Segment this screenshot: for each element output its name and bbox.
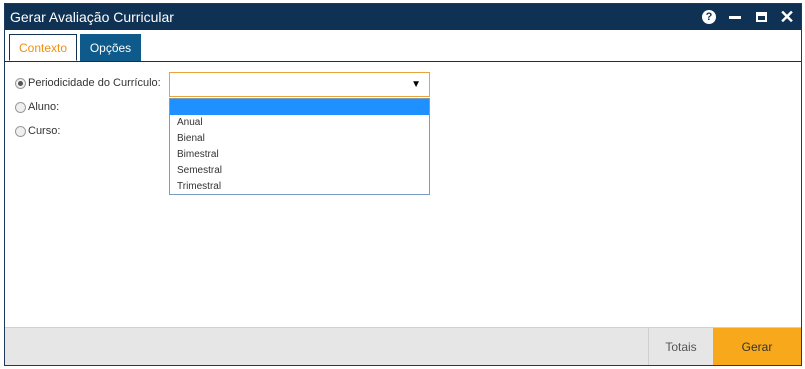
window-title: Gerar Avaliação Curricular [10,9,174,25]
dropdown-arrow-icon[interactable]: ▼ [411,79,421,90]
radio-aluno[interactable] [15,101,26,113]
option-aluno[interactable]: Aluno: [15,101,59,113]
title-bar: Gerar Avaliação Curricular ? ✕ [5,4,801,30]
window-controls: ? ✕ [701,4,795,30]
dropdown-option-anual[interactable]: Anual [170,115,429,131]
label-curso: Curso: [28,125,61,137]
option-curso[interactable]: Curso: [15,125,60,137]
tab-bar: Contexto Opções [5,30,801,62]
tab-contexto[interactable]: Contexto [9,34,77,61]
label-aluno: Aluno: [28,101,60,113]
label-periodicidade: Periodicidade do Currículo: [28,77,161,89]
radio-curso[interactable] [15,125,26,137]
footer-bar: Totais Gerar [5,327,801,365]
dropdown-option-semestral[interactable]: Semestral [170,163,429,179]
radio-periodicidade[interactable] [15,77,26,89]
totais-button[interactable]: Totais [648,328,713,365]
dropdown-option-trimestral[interactable]: Trimestral [170,179,429,195]
close-button[interactable]: ✕ [779,7,795,27]
tab-opcoes[interactable]: Opções [80,34,141,61]
dropdown-option-bimestral[interactable]: Bimestral [170,147,429,163]
gerar-button[interactable]: Gerar [713,328,801,365]
minimize-button[interactable] [727,9,743,25]
maximize-icon [755,12,767,22]
maximize-button[interactable] [753,9,769,25]
minimize-icon [729,15,741,19]
option-periodicidade[interactable]: Periodicidade do Currículo: [15,77,161,89]
help-button[interactable]: ? [701,9,717,25]
dialog-window: Gerar Avaliação Curricular ? ✕ Contexto … [4,3,802,366]
periodicidade-select[interactable]: ▼ [169,72,430,97]
dropdown-option-bienal[interactable]: Bienal [170,131,429,147]
close-icon: ✕ [779,7,795,27]
dropdown-list: Anual Bienal Bimestral Semestral Trimest… [169,98,430,195]
dropdown-option-empty[interactable] [170,99,429,115]
help-icon: ? [702,10,716,24]
